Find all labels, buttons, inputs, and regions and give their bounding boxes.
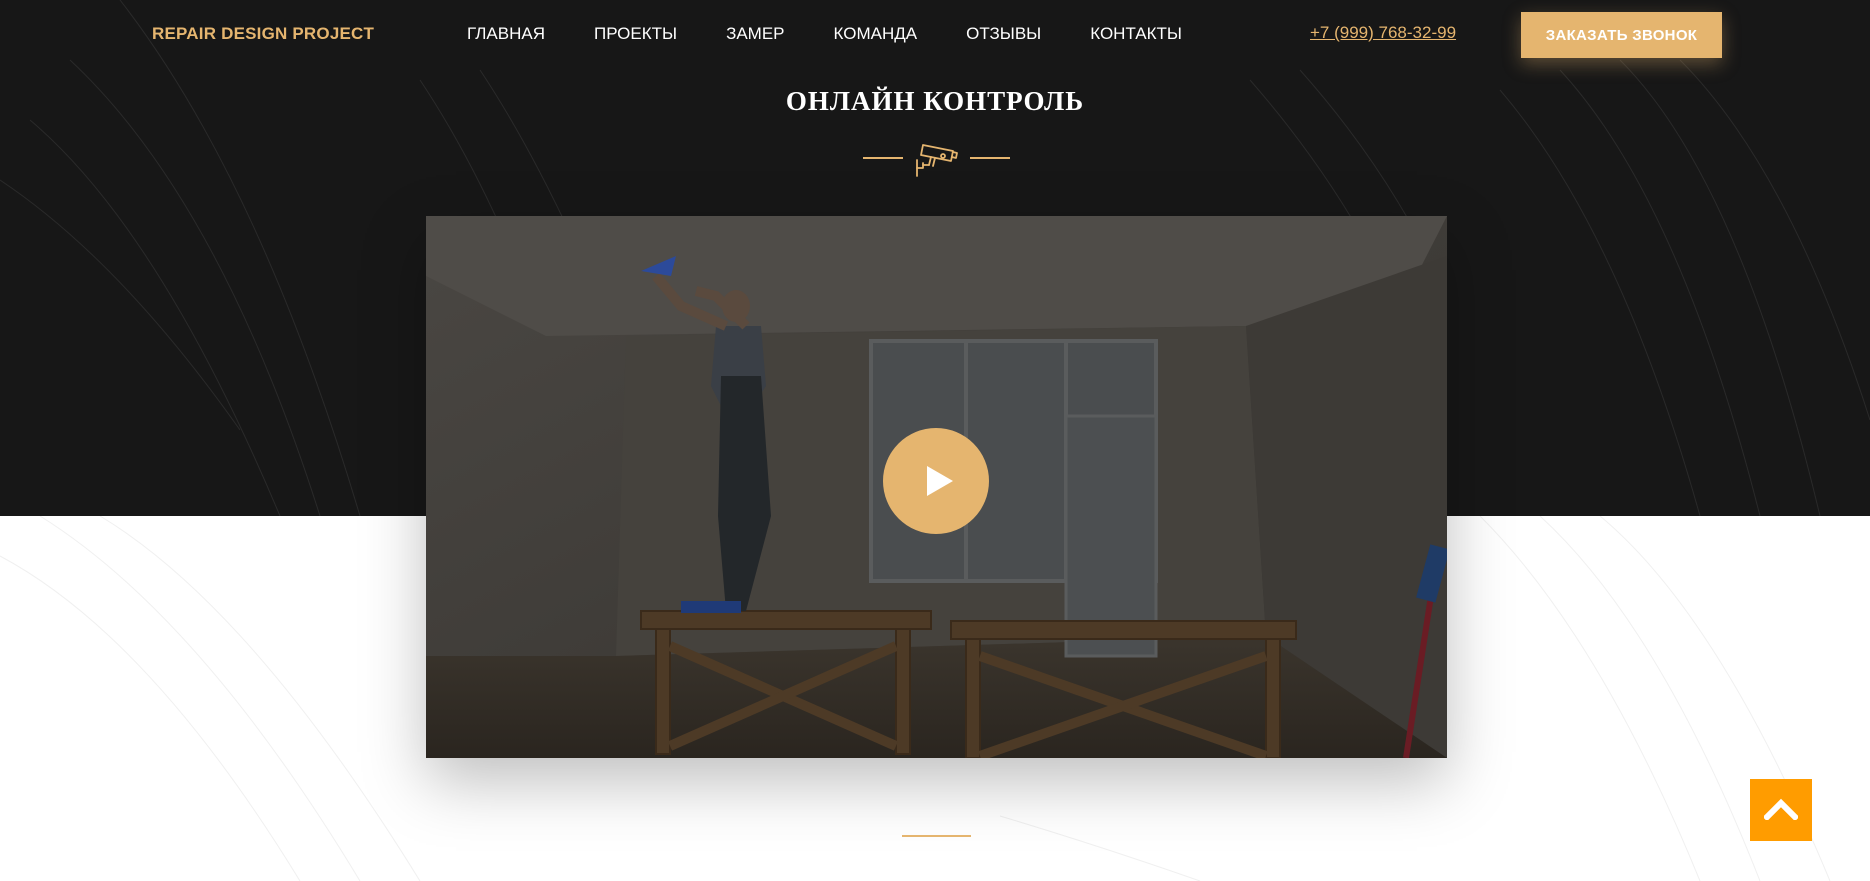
nav-item-projects[interactable]: ПРОЕКТЫ xyxy=(594,24,677,44)
nav-item-home[interactable]: ГЛАВНАЯ xyxy=(467,24,545,44)
order-call-button[interactable]: ЗАКАЗАТЬ ЗВОНОК xyxy=(1521,12,1722,58)
title-divider-right xyxy=(970,157,1010,159)
title-divider-left xyxy=(863,157,903,159)
cctv-camera-icon xyxy=(916,144,958,177)
nav-item-reviews[interactable]: ОТЗЫВЫ xyxy=(966,24,1041,44)
main-nav: ГЛАВНАЯ ПРОЕКТЫ ЗАМЕР КОМАНДА ОТЗЫВЫ КОН… xyxy=(467,24,1231,44)
scroll-to-top-button[interactable] xyxy=(1750,779,1812,841)
site-logo[interactable]: REPAIR DESIGN PROJECT xyxy=(152,24,374,44)
nav-item-measurement[interactable]: ЗАМЕР xyxy=(726,24,784,44)
page: REPAIR DESIGN PROJECT ГЛАВНАЯ ПРОЕКТЫ ЗА… xyxy=(0,0,1870,881)
nav-item-team[interactable]: КОМАНДА xyxy=(834,24,918,44)
chevron-up-icon xyxy=(1764,798,1798,820)
site-header: REPAIR DESIGN PROJECT ГЛАВНАЯ ПРОЕКТЫ ЗА… xyxy=(0,0,1870,70)
nav-item-contacts[interactable]: КОНТАКТЫ xyxy=(1090,24,1182,44)
next-section-divider xyxy=(902,835,971,837)
play-icon xyxy=(927,466,953,496)
play-button[interactable] xyxy=(883,428,989,534)
section-title: ОНЛАЙН КОНТРОЛЬ xyxy=(785,86,1085,116)
phone-link[interactable]: +7 (999) 768-32-99 xyxy=(1310,23,1456,43)
